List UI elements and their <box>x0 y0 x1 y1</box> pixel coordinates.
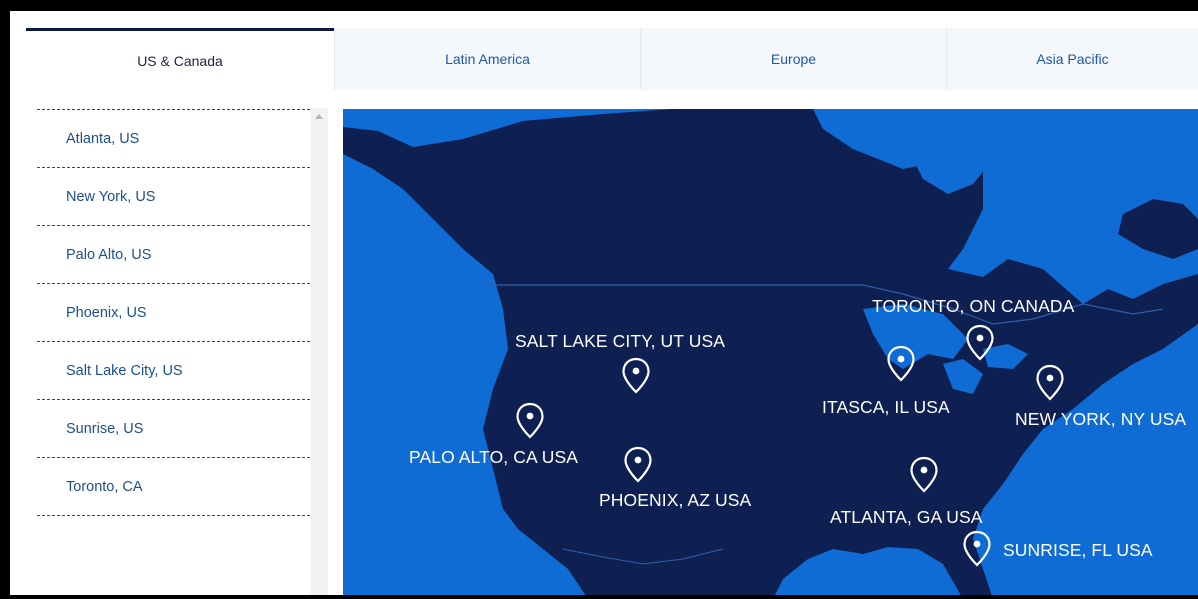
location-item-salt-lake-city[interactable]: Salt Lake City, US <box>37 341 310 399</box>
region-tabs: US & Canada Latin America Europe Asia Pa… <box>10 11 1198 90</box>
office-locator: US & Canada Latin America Europe Asia Pa… <box>10 11 1198 595</box>
tab-us-canada[interactable]: US & Canada <box>26 28 334 90</box>
location-list: Atlanta, US New York, US Palo Alto, US P… <box>37 109 310 595</box>
map-label-salt-lake-city: SALT LAKE CITY, UT USA <box>515 331 726 351</box>
location-item-palo-alto[interactable]: Palo Alto, US <box>37 225 310 283</box>
map-label-toronto: TORONTO, ON CANADA <box>872 296 1075 316</box>
map-pin-atlanta-icon[interactable] <box>909 456 939 494</box>
map-pin-toronto-icon[interactable] <box>965 324 995 362</box>
list-scrollbar[interactable] <box>311 108 328 595</box>
map-label-palo-alto: PALO ALTO, CA USA <box>409 447 578 467</box>
map-label-new-york: NEW YORK, NY USA <box>1015 409 1187 429</box>
scroll-up-arrow-icon[interactable] <box>315 114 323 119</box>
tab-asia-pacific[interactable]: Asia Pacific <box>946 28 1198 90</box>
map-pin-sunrise-icon[interactable] <box>962 530 992 568</box>
map-label-sunrise: SUNRISE, FL USA <box>1003 540 1153 560</box>
location-item-phoenix[interactable]: Phoenix, US <box>37 283 310 341</box>
tab-latin-america[interactable]: Latin America <box>334 28 640 90</box>
map-pin-itasca-icon[interactable] <box>886 345 916 383</box>
map-label-phoenix: PHOENIX, AZ USA <box>599 490 752 510</box>
locations-map: TORONTO, ON CANADA SALT LAKE CITY, UT US… <box>343 109 1198 595</box>
list-divider <box>37 515 310 516</box>
map-pin-salt-lake-city-icon[interactable] <box>621 357 651 395</box>
north-america-land <box>343 109 1198 595</box>
map-pin-palo-alto-icon[interactable] <box>515 402 545 440</box>
location-item-atlanta[interactable]: Atlanta, US <box>37 109 310 167</box>
map-pin-new-york-icon[interactable] <box>1035 364 1065 402</box>
location-item-toronto[interactable]: Toronto, CA <box>37 457 310 515</box>
tab-europe[interactable]: Europe <box>640 28 946 90</box>
map-pin-phoenix-icon[interactable] <box>623 446 653 484</box>
location-item-sunrise[interactable]: Sunrise, US <box>37 399 310 457</box>
map-label-itasca: ITASCA, IL USA <box>822 397 950 417</box>
location-item-new-york[interactable]: New York, US <box>37 167 310 225</box>
map-label-atlanta: ATLANTA, GA USA <box>830 507 983 527</box>
